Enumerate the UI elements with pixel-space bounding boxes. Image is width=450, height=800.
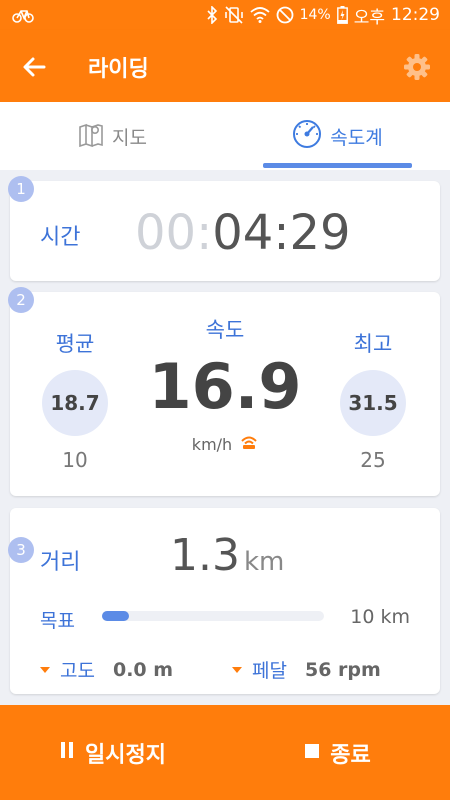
page-title: 라이딩 xyxy=(88,57,149,82)
speed-card: 평균 18.7 10 속도 16.9 km/h 최고 31.5 25 xyxy=(10,292,440,496)
arrow-left-icon[interactable] xyxy=(20,52,50,82)
time-period: 오후 xyxy=(353,7,385,28)
battery-charging-icon xyxy=(336,6,348,24)
elapsed-time-hours: 00: xyxy=(135,205,213,261)
goal-progress-bar xyxy=(102,611,324,621)
app-bar: 라이딩 xyxy=(0,30,450,102)
speed-label: 속도 xyxy=(205,318,245,342)
distance-number: 1.3 xyxy=(170,530,240,581)
gear-icon[interactable] xyxy=(402,52,432,82)
current-speed-value: 16.9 xyxy=(148,350,302,423)
cadence-label: 페달 xyxy=(252,660,287,682)
average-label: 평균 xyxy=(55,332,95,356)
status-bar: 14% 오후 12:29 xyxy=(0,0,450,30)
goal-progress-fill xyxy=(102,611,129,621)
tab-map-label: 지도 xyxy=(112,126,147,149)
altitude-label: 고도 xyxy=(60,660,95,682)
max-label: 최고 xyxy=(353,332,393,356)
wifi-icon xyxy=(249,7,270,23)
time-label: 시간 xyxy=(40,225,81,250)
max-speed-value: 31.5 xyxy=(340,370,406,436)
goal-value: 10 km xyxy=(350,606,410,628)
current-speed-column: 속도 16.9 km/h xyxy=(130,314,320,454)
average-speed-value: 18.7 xyxy=(42,370,108,436)
battery-percent: 14% xyxy=(299,7,331,23)
cadence-value: 56 rpm xyxy=(304,658,381,681)
max-cadence-value: 25 xyxy=(360,448,386,472)
pause-icon xyxy=(59,740,75,765)
time-card: 시간 00:04:29 xyxy=(10,181,440,281)
altitude-value: 0.0 m xyxy=(112,658,174,681)
section-badge-1: 1 xyxy=(8,176,34,202)
tab-speedometer[interactable]: 속도계 xyxy=(225,102,450,170)
pause-button[interactable]: 일시정지 xyxy=(0,705,225,800)
tab-speedometer-label: 속도계 xyxy=(330,126,383,149)
speed-unit: km/h xyxy=(191,434,233,454)
tab-map[interactable]: 지도 xyxy=(0,102,225,170)
distance-card: 거리 1.3 km 목표 10 km 고도 0.0 m 페달 56 rpm xyxy=(10,508,440,694)
distance-label: 거리 xyxy=(40,550,81,575)
sensor-signal-icon xyxy=(240,434,258,454)
elapsed-time-minutes: 04:29 xyxy=(212,205,351,261)
max-speed-column: 최고 31.5 25 xyxy=(328,328,418,472)
caret-down-icon xyxy=(232,666,242,673)
stop-icon xyxy=(304,740,320,765)
bluetooth-icon xyxy=(206,6,218,24)
cadence-metric: 페달 56 rpm xyxy=(232,656,381,683)
caret-down-icon xyxy=(40,666,50,673)
stop-button[interactable]: 종료 xyxy=(225,705,450,800)
distance-value: 1.3 km xyxy=(170,530,284,581)
goal-label: 목표 xyxy=(40,610,75,632)
tab-bar: 지도 속도계 xyxy=(0,102,450,170)
elapsed-time: 00:04:29 xyxy=(135,205,351,261)
altitude-metric: 고도 0.0 m xyxy=(40,656,173,683)
average-cadence-value: 10 xyxy=(62,448,88,472)
average-speed-column: 평균 18.7 10 xyxy=(30,328,120,472)
pause-button-label: 일시정지 xyxy=(85,742,166,768)
compass-icon xyxy=(292,119,322,154)
section-badge-2: 2 xyxy=(8,287,34,313)
tab-indicator xyxy=(263,163,412,168)
do-not-disturb-icon xyxy=(276,6,294,24)
section-badge-3: 3 xyxy=(8,537,34,563)
bicycle-icon xyxy=(12,7,34,23)
bottom-action-bar: 일시정지 종료 xyxy=(0,705,450,800)
stop-button-label: 종료 xyxy=(330,742,371,768)
vibrate-mute-icon xyxy=(224,6,244,24)
map-icon xyxy=(78,121,104,152)
distance-unit: km xyxy=(243,547,285,577)
clock-time: 12:29 xyxy=(391,5,440,25)
